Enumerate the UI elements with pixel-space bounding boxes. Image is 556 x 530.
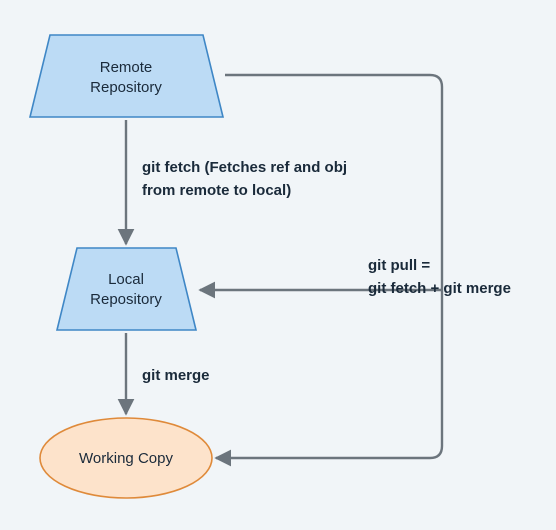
fetch-label-2: from remote to local) <box>142 182 291 199</box>
merge-label-1: git merge <box>142 367 210 384</box>
fetch-label-1: git fetch (Fetches ref and obj <box>142 159 347 176</box>
remote-label-1: Remote <box>100 59 153 76</box>
node-working-copy: Working Copy <box>40 418 212 498</box>
pull-label-1: git pull = <box>368 257 430 274</box>
git-pull-diagram: Remote Repository Local Repository Worki… <box>0 0 556 530</box>
local-label-1: Local <box>108 271 144 288</box>
pull-label-2: git fetch + git merge <box>368 280 511 297</box>
node-remote-repository: Remote Repository <box>30 35 223 117</box>
node-local-repository: Local Repository <box>57 248 196 330</box>
working-label-1: Working Copy <box>79 450 173 467</box>
remote-label-2: Repository <box>90 79 162 96</box>
local-label-2: Repository <box>90 291 162 308</box>
